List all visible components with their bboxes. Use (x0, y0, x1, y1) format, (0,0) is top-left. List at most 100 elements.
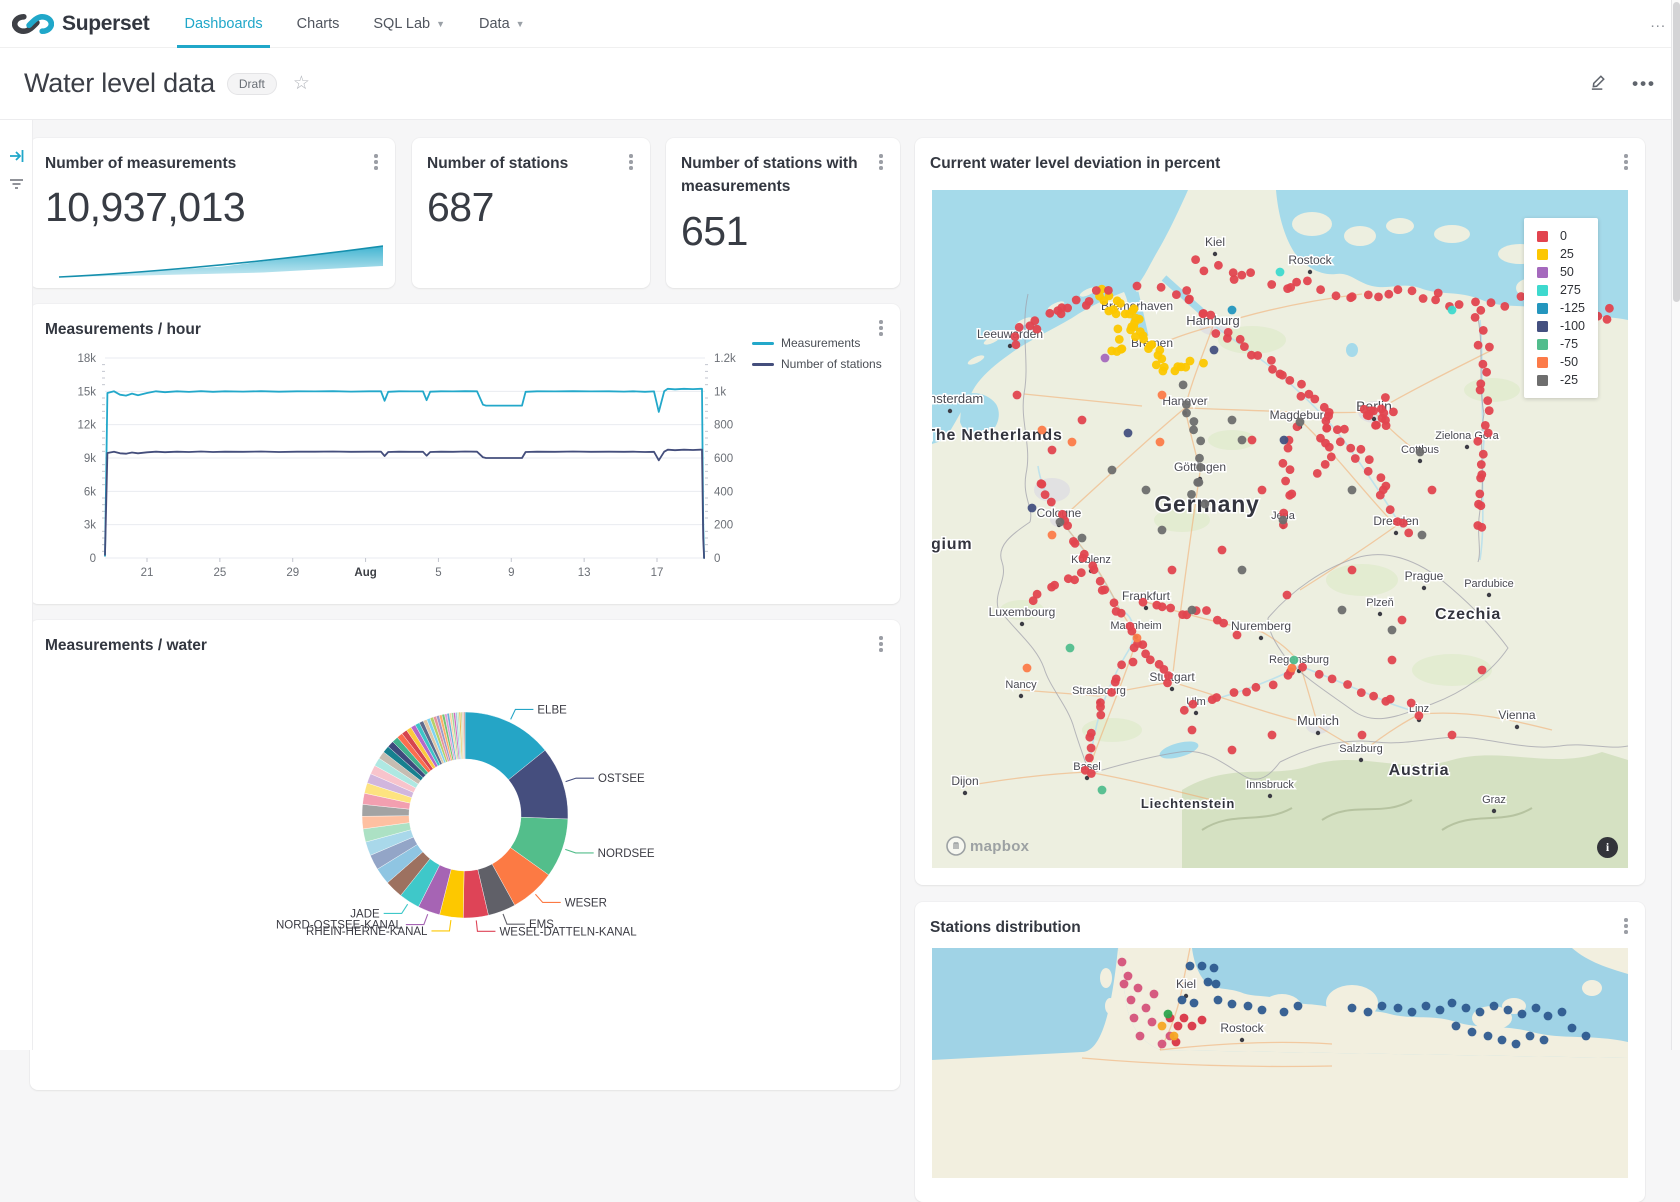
svg-text:Regensburg: Regensburg (1269, 654, 1329, 666)
svg-text:25: 25 (213, 567, 226, 579)
measurements-per-hour-chart: 18k1.2k15k1k12k8009k6006k4003k2000021252… (30, 344, 750, 594)
svg-text:Strasbourg: Strasbourg (1072, 685, 1126, 697)
top-navbar: Superset Dashboards Charts SQL Lab▼ Data… (0, 0, 1680, 48)
nav-sql-lab[interactable]: SQL Lab▼ (356, 0, 462, 48)
map-legend-item: 0 (1537, 229, 1585, 243)
nav-data[interactable]: Data▼ (462, 0, 542, 48)
svg-text:1k: 1k (714, 386, 726, 398)
kebab-menu-icon[interactable] (622, 152, 640, 172)
filter-icon[interactable] (0, 170, 33, 198)
kebab-menu-icon[interactable] (872, 152, 890, 172)
map-legend-item: 275 (1537, 283, 1585, 297)
svg-text:18k: 18k (77, 353, 96, 365)
kpi-value: 10,937,013 (45, 184, 245, 231)
card-title: Measurements / hour (45, 321, 201, 338)
line-chart-card: Measurements / hour 18k 1.2k 15k 1k 12k 800 9k… (30, 304, 900, 604)
kpi-value: 687 (427, 184, 494, 231)
filter-bar-collapsed (0, 120, 33, 1050)
donut-label: NORDSEE (598, 848, 655, 860)
svg-text:Pardubice: Pardubice (1464, 578, 1514, 590)
legend-item[interactable]: Number of stations (752, 357, 882, 371)
donut-label: JADE (350, 908, 380, 920)
map-legend-item: -50 (1537, 355, 1585, 369)
nav-charts[interactable]: Charts (280, 0, 357, 48)
kebab-menu-icon[interactable] (1617, 152, 1635, 172)
svg-text:Luxembourg: Luxembourg (989, 605, 1056, 619)
infinity-logo-icon (12, 11, 54, 37)
dashboard-header: Water level data Draft ☆ ••• (0, 48, 1680, 120)
kebab-menu-icon[interactable] (872, 318, 890, 338)
kpi-sparkline (43, 238, 383, 280)
expand-filter-bar-icon[interactable] (0, 142, 33, 170)
legend-item[interactable]: Measurements (752, 336, 882, 350)
stations-map[interactable]: KielRostock (932, 948, 1628, 1178)
donut-chart-card: Measurements / water ELBEOSTSEENORDSEEWE… (30, 620, 900, 1090)
chevron-down-icon: ▼ (516, 19, 525, 29)
svg-text:0: 0 (90, 553, 96, 565)
svg-text:Nancy: Nancy (1005, 679, 1037, 691)
mapbox-logo[interactable]: mapbox (946, 836, 1029, 856)
map-legend-item: -75 (1537, 337, 1585, 351)
map-legend-item: 25 (1537, 247, 1585, 261)
svg-text:Munich: Munich (1297, 713, 1339, 728)
nav-overflow-menu[interactable]: ... (1650, 14, 1666, 31)
measurements-series (105, 389, 704, 558)
svg-text:Czechia: Czechia (1435, 606, 1501, 623)
map-legend-item: -100 (1537, 319, 1585, 333)
svg-text:600: 600 (714, 453, 733, 465)
card-title: Stations distribution (930, 919, 1081, 936)
svg-text:17: 17 (651, 567, 664, 579)
svg-text:400: 400 (714, 486, 733, 498)
donut-label: WESER (565, 897, 607, 909)
deviation-map[interactable]: KielRostockLeeuwardenBremerhavenHamburgB… (932, 190, 1628, 868)
card-title: Number of measurements (45, 155, 236, 172)
donut-label: ELBE (537, 704, 567, 716)
chevron-down-icon: ▼ (436, 19, 445, 29)
kpi-card-measurements: Number of measurements 10,937,013 (30, 138, 395, 288)
svg-text:12k: 12k (77, 420, 96, 432)
donut-label: NORD-OSTSEE-KANAL (276, 920, 402, 932)
svg-text:29: 29 (286, 567, 299, 579)
svg-text:Kiel: Kiel (1176, 977, 1196, 991)
kpi-value: 651 (681, 208, 748, 255)
card-title: Number of stations with measurements (681, 155, 858, 195)
svg-text:Belgium: Belgium (932, 536, 972, 553)
donut-label: WESEL-DATTELN-KANAL (499, 926, 637, 938)
svg-text:1.2k: 1.2k (714, 353, 736, 365)
superset-logo[interactable]: Superset (0, 11, 167, 37)
donut-label: OSTSEE (598, 773, 645, 785)
more-options-icon[interactable]: ••• (1632, 74, 1656, 94)
svg-text:200: 200 (714, 520, 733, 532)
svg-text:800: 800 (714, 420, 733, 432)
svg-text:6k: 6k (84, 486, 96, 498)
svg-text:9: 9 (508, 567, 514, 579)
deviation-map-card: Current water level deviation in percent… (915, 138, 1645, 885)
svg-text:0: 0 (714, 553, 720, 565)
edit-pencil-icon[interactable] (1589, 72, 1608, 96)
brand-name: Superset (62, 12, 149, 36)
page-title: Water level data (24, 68, 215, 99)
chart-legend: Measurements Number of stations (752, 336, 882, 371)
kpi-card-stations: Number of stations 687 (412, 138, 650, 288)
map-legend-item: -25 (1537, 373, 1585, 387)
svg-text:Kiel: Kiel (1205, 235, 1225, 249)
svg-text:15k: 15k (77, 386, 96, 398)
svg-text:Dijon: Dijon (951, 774, 978, 788)
svg-text:9k: 9k (84, 453, 96, 465)
svg-text:13: 13 (578, 567, 591, 579)
svg-text:3k: 3k (84, 520, 96, 532)
svg-text:Rostock: Rostock (1288, 253, 1332, 267)
page-scrollbar[interactable] (1671, 0, 1680, 1050)
svg-text:Prague: Prague (1405, 569, 1444, 583)
main-nav: Dashboards Charts SQL Lab▼ Data▼ (167, 0, 541, 48)
map-attribution-info-icon[interactable]: i (1597, 837, 1618, 858)
svg-text:Vienna: Vienna (1498, 708, 1535, 722)
favorite-star-icon[interactable]: ☆ (293, 72, 310, 95)
map-legend-item: -125 (1537, 301, 1585, 315)
svg-text:5: 5 (435, 567, 441, 579)
svg-text:Nuremberg: Nuremberg (1231, 619, 1291, 633)
kebab-menu-icon[interactable] (367, 152, 385, 172)
nav-dashboards[interactable]: Dashboards (167, 0, 279, 48)
number-of-stations-series (105, 450, 704, 558)
kebab-menu-icon[interactable] (1617, 916, 1635, 936)
